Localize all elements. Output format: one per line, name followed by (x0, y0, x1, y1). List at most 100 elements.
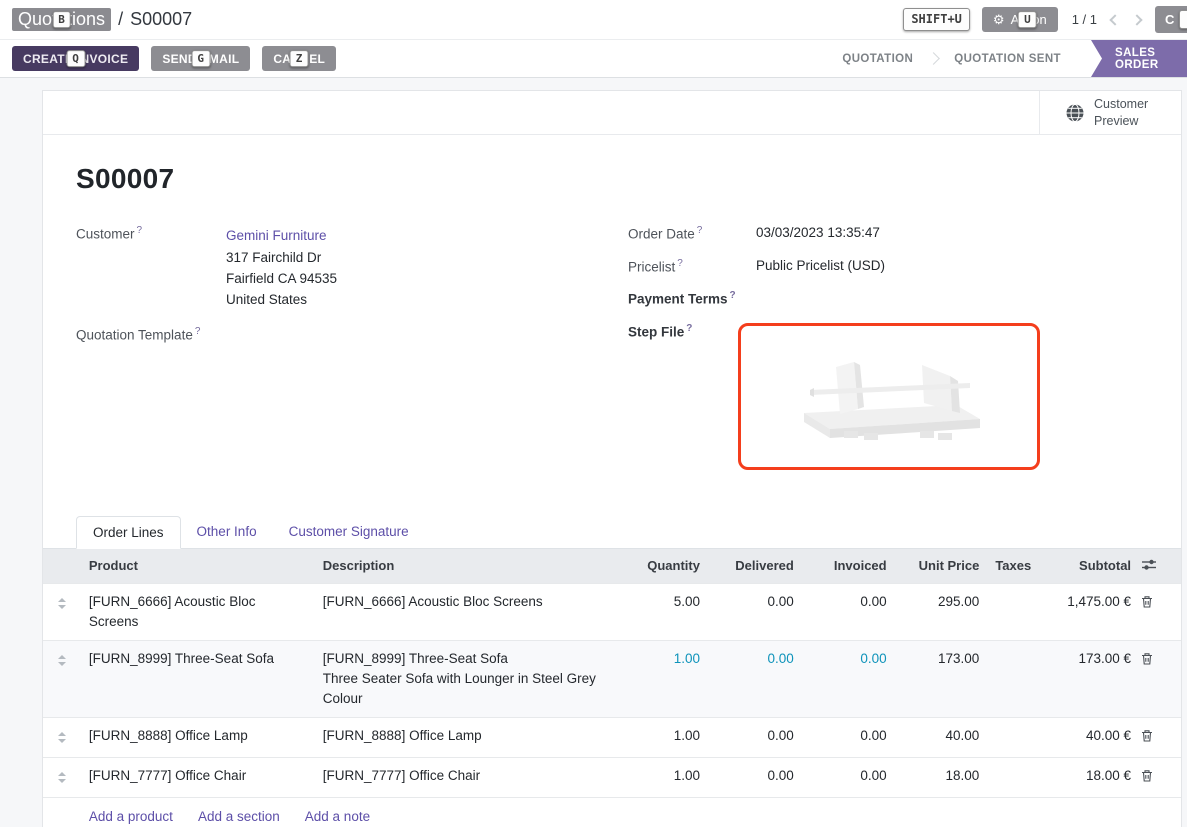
cell-quantity[interactable]: 5.00 (620, 584, 708, 641)
cell-quantity[interactable]: 1.00 (620, 758, 708, 798)
help-icon: ? (137, 225, 143, 236)
breadcrumb-record-label: S00007 (130, 9, 192, 30)
field-grid: Customer? Gemini Furniture 317 Fairchild… (76, 225, 1181, 486)
column-header-invoiced[interactable]: Invoiced (802, 549, 895, 584)
hint-badge-breadcrumb: B (52, 11, 71, 29)
cell-product[interactable]: [FURN_6666] Acoustic Bloc Screens (81, 584, 315, 641)
handle-column-header (43, 549, 81, 584)
stage-quotation-sent[interactable]: QUOTATION SENT (934, 40, 1081, 77)
cell-delivered[interactable]: 0.00 (708, 758, 802, 798)
drag-handle-icon (58, 598, 66, 609)
create-invoice-button[interactable]: CREATE INVOICE Q (12, 46, 139, 71)
delete-row-button[interactable] (1139, 641, 1181, 718)
column-header-description[interactable]: Description (315, 549, 620, 584)
breadcrumb-quotations-link[interactable]: Quotations B (12, 8, 111, 31)
order-lines-table: Product Description Quantity Delivered I… (43, 549, 1181, 827)
cell-taxes[interactable] (987, 641, 1039, 718)
order-date-value[interactable]: 03/03/2023 13:35:47 (756, 225, 880, 242)
table-row: [FURN_8999] Three-Seat Sofa [FURN_8999] … (43, 641, 1181, 718)
cell-description[interactable]: [FURN_6666] Acoustic Bloc Screens (315, 584, 620, 641)
cell-invoiced[interactable]: 0.00 (802, 718, 895, 758)
cell-description[interactable]: [FURN_8999] Three-Seat Sofa Three Seater… (315, 641, 620, 718)
customer-preview-button[interactable]: Customer Preview (1039, 91, 1181, 134)
drag-handle[interactable] (43, 718, 81, 758)
create-button-label: C (1165, 12, 1174, 27)
customer-label: Customer? (76, 225, 226, 310)
cell-taxes[interactable] (987, 758, 1039, 798)
sliders-icon (1141, 558, 1157, 571)
delete-row-button[interactable] (1139, 718, 1181, 758)
pager-previous-icon[interactable] (1109, 14, 1120, 25)
tab-order-lines[interactable]: Order Lines (76, 516, 181, 549)
page-title: S00007 (76, 163, 1181, 195)
column-header-taxes[interactable]: Taxes (987, 549, 1039, 584)
cell-quantity[interactable]: 1.00 (620, 718, 708, 758)
column-header-unit-price[interactable]: Unit Price (895, 549, 988, 584)
drag-handle[interactable] (43, 758, 81, 798)
cell-taxes[interactable] (987, 718, 1039, 758)
notebook-tabs: Order Lines Other Info Customer Signatur… (43, 516, 1181, 549)
cell-unit-price[interactable]: 295.00 (895, 584, 988, 641)
cell-description[interactable]: [FURN_7777] Office Chair (315, 758, 620, 798)
cell-invoiced[interactable]: 0.00 (802, 641, 895, 718)
table-footer-links: Add a product Add a section Add a note (43, 798, 1181, 827)
pricelist-value[interactable]: Public Pricelist (USD) (756, 258, 885, 275)
hint-badge-cancel: Z (290, 50, 309, 68)
form-sheet: S00007 Customer? Gemini Furniture 317 Fa… (43, 135, 1181, 486)
table-row: [FURN_7777] Office Chair [FURN_7777] Off… (43, 758, 1181, 798)
cell-invoiced[interactable]: 0.00 (802, 758, 895, 798)
cell-delivered[interactable]: 0.00 (708, 641, 802, 718)
pricelist-label: Pricelist? (628, 258, 756, 275)
step-file-image[interactable] (738, 323, 1040, 470)
breadcrumb-separator: / (118, 9, 123, 30)
hint-badge-create-invoice: Q (66, 50, 85, 68)
customer-link[interactable]: Gemini Furniture (226, 225, 337, 247)
cell-quantity[interactable]: 1.00 (620, 641, 708, 718)
cell-unit-price[interactable]: 18.00 (895, 758, 988, 798)
drag-handle[interactable] (43, 584, 81, 641)
cell-delivered[interactable]: 0.00 (708, 584, 802, 641)
cell-delivered[interactable]: 0.00 (708, 718, 802, 758)
add-note-link[interactable]: Add a note (305, 809, 370, 824)
delete-row-button[interactable] (1139, 758, 1181, 798)
column-header-product[interactable]: Product (81, 549, 315, 584)
pager-value: 1 / 1 (1072, 12, 1097, 27)
cell-invoiced[interactable]: 0.00 (802, 584, 895, 641)
cancel-button[interactable]: CANCEL Z (262, 46, 336, 71)
drag-handle[interactable] (43, 641, 81, 718)
help-icon: ? (195, 326, 201, 337)
cell-product[interactable]: [FURN_7777] Office Chair (81, 758, 315, 798)
stage-quotation[interactable]: QUOTATION (822, 40, 933, 77)
cell-product[interactable]: [FURN_8888] Office Lamp (81, 718, 315, 758)
globe-icon (1065, 103, 1085, 123)
cell-unit-price[interactable]: 173.00 (895, 641, 988, 718)
table-header-row: Product Description Quantity Delivered I… (43, 549, 1181, 584)
pricelist-field: Pricelist? Public Pricelist (USD) (628, 258, 1181, 275)
help-icon: ? (730, 290, 736, 301)
column-header-delivered[interactable]: Delivered (708, 549, 802, 584)
action-menu-button[interactable]: ⚙ Action U (982, 7, 1058, 32)
create-button[interactable]: C (1155, 6, 1187, 33)
cell-product[interactable]: [FURN_8999] Three-Seat Sofa (81, 641, 315, 718)
stage-sales-order[interactable]: SALES ORDER (1091, 40, 1187, 77)
optional-columns-button[interactable] (1139, 549, 1181, 584)
pager-next-icon[interactable] (1131, 14, 1142, 25)
add-section-link[interactable]: Add a section (198, 809, 280, 824)
drag-handle-icon (58, 772, 66, 783)
trash-icon (1141, 652, 1153, 665)
delete-row-button[interactable] (1139, 584, 1181, 641)
column-header-quantity[interactable]: Quantity (620, 549, 708, 584)
column-header-subtotal[interactable]: Subtotal (1039, 549, 1139, 584)
send-email-button[interactable]: SEND EMAIL G (151, 46, 250, 71)
quotation-template-field: Quotation Template? (76, 326, 628, 343)
cell-unit-price[interactable]: 40.00 (895, 718, 988, 758)
customer-field: Customer? Gemini Furniture 317 Fairchild… (76, 225, 628, 310)
step-file-field: Step File? (628, 323, 1181, 470)
add-product-link[interactable]: Add a product (89, 809, 173, 824)
cell-taxes[interactable] (987, 584, 1039, 641)
tab-other-info[interactable]: Other Info (181, 516, 273, 548)
tab-customer-signature[interactable]: Customer Signature (273, 516, 425, 548)
cell-description[interactable]: [FURN_8888] Office Lamp (315, 718, 620, 758)
3d-part-preview (774, 341, 1004, 451)
hint-badge-shift-u: SHIFT+U (903, 8, 970, 31)
